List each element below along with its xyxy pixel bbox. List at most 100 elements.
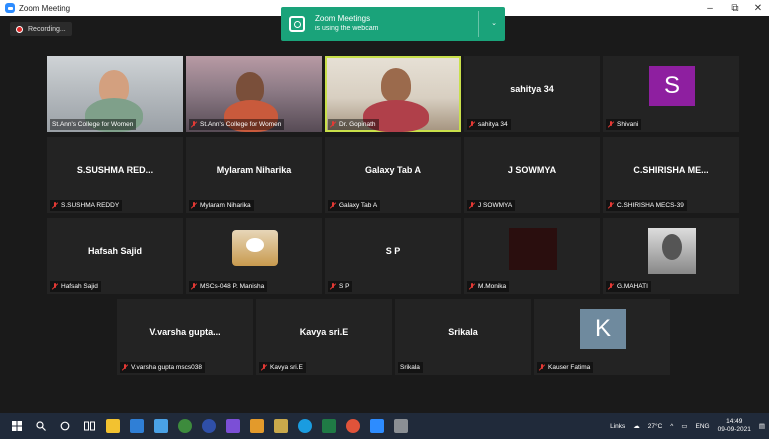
avatar: K	[580, 309, 626, 349]
participant-label-text: Dr. Gopinath	[339, 121, 376, 128]
avatar: S	[649, 66, 695, 106]
weather-temp[interactable]: 27°C	[648, 423, 663, 430]
links-toolbar[interactable]: Links	[610, 423, 625, 430]
participant-tile[interactable]: J SOWMYA J SOWMYA	[464, 137, 600, 213]
clock[interactable]: 14:49 09-09-2021	[718, 418, 751, 434]
excel-icon[interactable]	[322, 419, 336, 433]
participant-display-name: Galaxy Tab A	[364, 165, 422, 175]
mic-muted-icon	[608, 121, 614, 128]
webcam-icon	[289, 16, 305, 32]
chrome-icon[interactable]	[178, 419, 192, 433]
mail-icon[interactable]	[130, 419, 144, 433]
notification-center-icon[interactable]: ▤	[759, 422, 765, 430]
store-icon[interactable]	[106, 419, 120, 433]
task-view-icon[interactable]	[82, 419, 96, 433]
participant-tile[interactable]: sahitya 34 sahitya 34	[464, 56, 600, 132]
mic-muted-icon	[469, 202, 475, 209]
participant-tile[interactable]: Hafsah Sajid Hafsah Sajid	[47, 218, 183, 294]
minimize-button[interactable]: –	[697, 0, 723, 16]
participant-name-label: Mylaram Niharika	[189, 200, 254, 211]
participant-tile[interactable]: Srikala Srikala	[395, 299, 531, 375]
participant-tile[interactable]: K Kauser Fatima	[534, 299, 670, 375]
notification-title: Zoom Meetings	[315, 14, 371, 23]
weather-icon[interactable]: ☁	[633, 422, 640, 430]
participant-tile[interactable]: Mylaram Niharika Mylaram Niharika	[186, 137, 322, 213]
participant-tile[interactable]: S.SUSHMA RED... S.SUSHMA REDDY	[47, 137, 183, 213]
settings-app-icon[interactable]	[394, 419, 408, 433]
participant-display-name: Kavya sri.E	[299, 327, 349, 337]
mic-muted-icon	[52, 202, 58, 209]
photos-icon[interactable]	[154, 419, 168, 433]
participant-name-label: Hafsah Sajid	[50, 281, 101, 292]
participant-tile[interactable]: St.Ann's College for Women	[47, 56, 183, 132]
participant-tile[interactable]: Dr. Gopinath	[325, 56, 461, 132]
participant-name-label: Shivani	[606, 119, 642, 130]
profile-picture	[648, 228, 696, 274]
search-icon[interactable]	[34, 419, 48, 433]
participant-tile[interactable]: S Shivani	[603, 56, 739, 132]
participant-label-text: St.Ann's College for Women	[200, 121, 282, 128]
participant-label-text: Hafsah Sajid	[61, 283, 98, 290]
participant-display-name: sahitya 34	[510, 84, 554, 94]
firefox-icon[interactable]	[346, 419, 360, 433]
chevron-up-icon[interactable]: ^	[670, 423, 673, 430]
participant-name-label: Dr. Gopinath	[328, 119, 379, 130]
mic-muted-icon	[469, 283, 475, 290]
participant-label-text: St.Ann's College for Women	[52, 121, 134, 128]
participant-tile[interactable]: V.varsha gupta... V.varsha gupta mscs038	[117, 299, 253, 375]
participant-tile[interactable]: St.Ann's College for Women	[186, 56, 322, 132]
participant-name-label: M.Monika	[467, 281, 510, 292]
start-icon[interactable]	[10, 419, 24, 433]
participant-tile[interactable]: Galaxy Tab A Galaxy Tab A	[325, 137, 461, 213]
participant-tile[interactable]: Kavya sri.E Kavya sri.E	[256, 299, 392, 375]
participant-label-text: C.SHIRISHA MECS-39	[617, 202, 684, 209]
participant-display-name: S.SUSHMA RED...	[76, 165, 154, 175]
teams-icon[interactable]	[226, 419, 240, 433]
zoom-app-icon	[5, 3, 15, 13]
participant-name-label: Srikala	[398, 362, 423, 373]
cortana-icon[interactable]	[58, 419, 72, 433]
recording-label: Recording...	[28, 25, 66, 33]
clock-time: 14:49	[726, 418, 743, 425]
mic-muted-icon	[608, 202, 614, 209]
participant-tile[interactable]: G.MAHATI	[603, 218, 739, 294]
participant-tile[interactable]: C.SHIRISHA ME... C.SHIRISHA MECS-39	[603, 137, 739, 213]
close-button[interactable]: ✕	[745, 0, 769, 16]
participant-tile[interactable]: M.Monika	[464, 218, 600, 294]
paint-icon[interactable]	[250, 419, 264, 433]
mic-muted-icon	[52, 283, 58, 290]
participant-video-face	[381, 68, 411, 102]
participant-label-text: Srikala	[400, 364, 420, 371]
participant-label-text: V.varsha gupta mscs038	[131, 364, 202, 371]
browser-icon[interactable]	[298, 419, 312, 433]
participant-name-label: Kavya sri.E	[259, 362, 306, 373]
window-title: Zoom Meeting	[19, 3, 71, 13]
mic-muted-icon	[191, 202, 197, 209]
zoom-taskbar-icon[interactable]	[370, 419, 384, 433]
sticky-notes-icon[interactable]	[274, 419, 288, 433]
edge-icon[interactable]	[202, 419, 216, 433]
language-indicator[interactable]: ENG	[696, 423, 710, 430]
recording-indicator[interactable]: Recording...	[10, 22, 72, 36]
participant-tile[interactable]: S P S P	[325, 218, 461, 294]
participant-label-text: Kavya sri.E	[270, 364, 303, 371]
participant-display-name: Hafsah Sajid	[87, 246, 143, 256]
participant-display-name: Mylaram Niharika	[216, 165, 292, 175]
mic-muted-icon	[330, 202, 336, 209]
participant-label-text: sahitya 34	[478, 121, 508, 128]
chevron-down-icon[interactable]: ⌄	[491, 19, 497, 27]
participant-label-text: MSCs-048 P. Manisha	[200, 283, 265, 290]
participant-name-label: St.Ann's College for Women	[189, 119, 285, 130]
webcam-notification[interactable]: Zoom Meetings is using the webcam ⌄	[281, 7, 505, 41]
record-dot-icon	[16, 25, 23, 33]
participant-label-text: Shivani	[617, 121, 639, 128]
participant-label-text: Galaxy Tab A	[339, 202, 378, 209]
participant-label-text: M.Monika	[478, 283, 507, 290]
mic-muted-icon	[469, 121, 475, 128]
battery-icon[interactable]: ▭	[681, 422, 687, 430]
mic-muted-icon	[191, 121, 197, 128]
mic-muted-icon	[330, 283, 336, 290]
profile-picture	[232, 230, 278, 266]
participant-display-name: Srikala	[448, 327, 478, 337]
participant-tile[interactable]: MSCs-048 P. Manisha	[186, 218, 322, 294]
